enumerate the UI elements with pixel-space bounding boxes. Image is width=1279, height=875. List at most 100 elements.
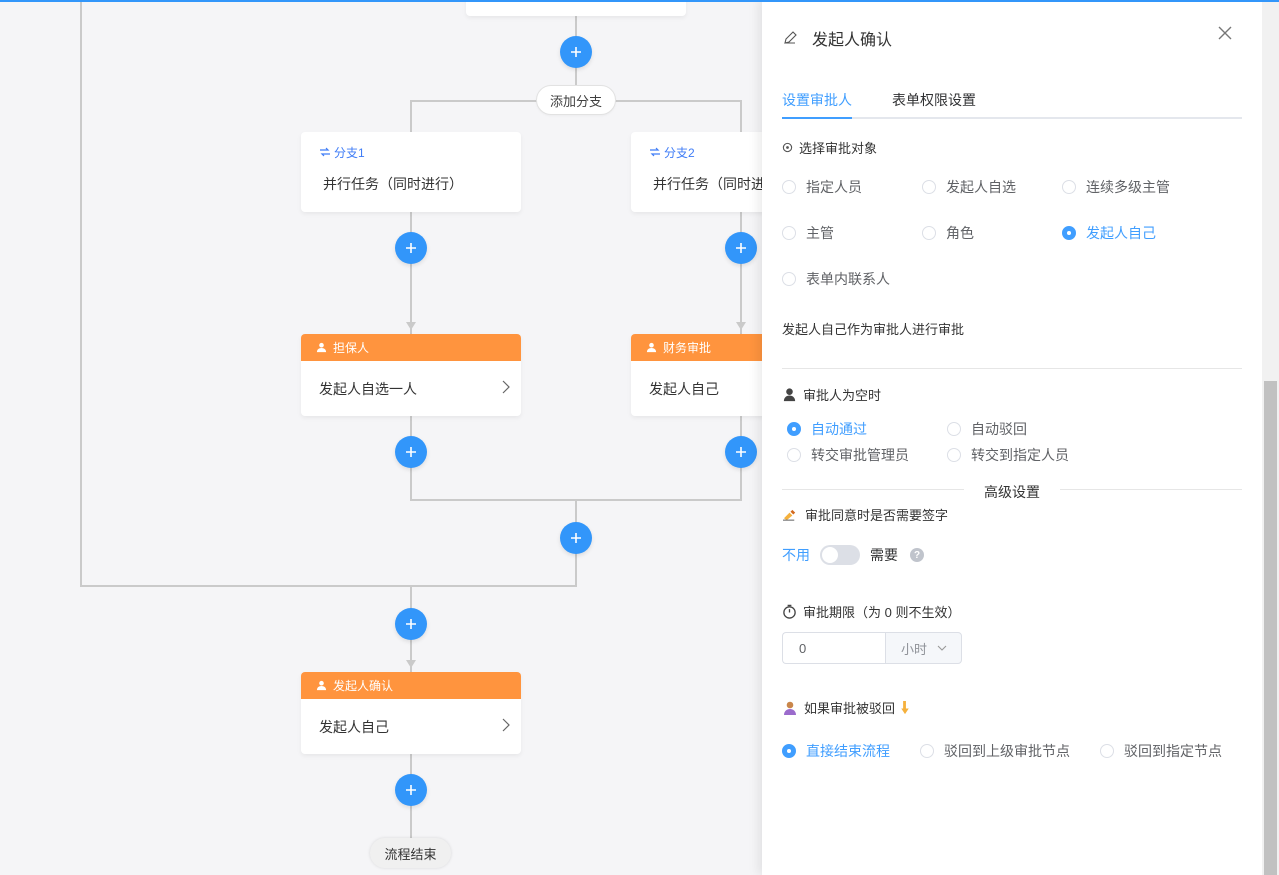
- plus-icon: [406, 447, 416, 457]
- top-accent-bar: [0, 0, 1279, 2]
- radio-reject-to-specified[interactable]: 驳回到指定节点: [1100, 741, 1222, 761]
- drawer-tabs: 设置审批人 表单权限设置: [782, 82, 1242, 119]
- radio-dot[interactable]: [782, 180, 796, 194]
- radio-transfer-specified[interactable]: 转交到指定人员: [947, 445, 1069, 465]
- radio-dot[interactable]: [782, 272, 796, 286]
- radio-initiator-choose[interactable]: 发起人自选: [922, 177, 1016, 197]
- radio-form-contact[interactable]: 表单内联系人: [782, 269, 890, 289]
- flow-canvas[interactable]: 添加分支 分支1 并行任务（同时进行） 分支2 并行任务（同时进行） 担保人 发…: [0, 0, 762, 875]
- divider: [782, 489, 964, 490]
- plus-icon: [571, 47, 581, 57]
- divider: [1060, 489, 1242, 490]
- plus-icon: [406, 243, 416, 253]
- approver-node-guarantor[interactable]: 担保人 发起人自选一人: [301, 334, 521, 416]
- add-branch-button[interactable]: 添加分支: [536, 85, 616, 115]
- radio-initiator-self[interactable]: 发起人自己: [1062, 223, 1156, 243]
- radio-role[interactable]: 角色: [922, 223, 974, 243]
- radio-transfer-admin[interactable]: 转交审批管理员: [787, 445, 909, 465]
- advanced-settings-label: 高级设置: [984, 484, 1040, 500]
- branch-card-2[interactable]: 分支2 并行任务（同时进行）: [631, 132, 762, 212]
- approver-node-finance[interactable]: 财务审批 发起人自己: [631, 334, 762, 416]
- pointing-down-icon: [901, 700, 909, 715]
- timeout-unit-select[interactable]: 小时: [885, 632, 962, 664]
- edit-pencil-icon[interactable]: [782, 30, 798, 46]
- node-title: 发起人确认: [333, 679, 394, 693]
- add-node-button[interactable]: [395, 436, 427, 468]
- divider: [782, 368, 1242, 369]
- add-node-button[interactable]: [395, 608, 427, 640]
- outer-branch-bottom-line: [80, 585, 577, 587]
- radio-supervisor[interactable]: 主管: [782, 223, 834, 243]
- add-node-button[interactable]: [725, 232, 757, 264]
- radio-dot[interactable]: [787, 448, 801, 462]
- radio-auto-approve[interactable]: 自动通过: [787, 419, 867, 439]
- radio-end-process[interactable]: 直接结束流程: [782, 741, 890, 761]
- switch-off-label: 不用: [782, 547, 810, 563]
- radio-label: 主管: [806, 225, 834, 241]
- radio-dot[interactable]: [947, 422, 961, 436]
- signature-toggle[interactable]: [820, 545, 860, 565]
- radio-label: 驳回到指定节点: [1124, 743, 1222, 759]
- radio-dot[interactable]: [1062, 180, 1076, 194]
- active-tab-indicator: [782, 117, 852, 119]
- radio-dot[interactable]: [1100, 744, 1114, 758]
- section-approver-type: 选择审批对象: [782, 138, 877, 157]
- node-title: 财务审批: [663, 341, 712, 355]
- radio-reject-to-previous[interactable]: 驳回到上级审批节点: [920, 741, 1070, 761]
- plus-icon: [406, 785, 416, 795]
- branch-icon: [650, 147, 660, 157]
- radio-dot[interactable]: [1062, 226, 1076, 240]
- section-empty-approver: 审批人为空时: [782, 385, 881, 404]
- scrollbar-thumb[interactable]: [1264, 381, 1277, 875]
- section-reject: 如果审批被驳回: [782, 698, 917, 717]
- radio-dot[interactable]: [922, 226, 936, 240]
- person-gesturing-icon: [784, 701, 796, 715]
- radio-dot[interactable]: [947, 448, 961, 462]
- branch-content: 并行任务（同时进行）: [323, 176, 463, 192]
- scrollbar-track[interactable]: [1262, 0, 1279, 875]
- chevron-right-icon: [502, 718, 510, 732]
- chevron-right-icon: [502, 380, 510, 394]
- tab-set-approver[interactable]: 设置审批人: [782, 90, 852, 110]
- branch-icon: [320, 147, 330, 157]
- tab-form-permissions[interactable]: 表单权限设置: [892, 90, 976, 110]
- arrow-icon: [406, 322, 416, 330]
- radio-dot[interactable]: [782, 226, 796, 240]
- signature-switch-row: 不用 需要 ?: [782, 545, 924, 565]
- section-title: 如果审批被驳回: [804, 701, 896, 716]
- radio-label: 自动驳回: [971, 421, 1027, 437]
- radio-dot[interactable]: [920, 744, 934, 758]
- add-node-button[interactable]: [725, 436, 757, 468]
- previous-node-card[interactable]: [466, 0, 686, 16]
- approver-node-initiator-confirm[interactable]: 发起人确认 发起人自己: [301, 672, 521, 754]
- branch-title: 分支2: [664, 145, 695, 160]
- add-node-button[interactable]: [395, 232, 427, 264]
- timeout-value-input[interactable]: 0: [782, 632, 886, 664]
- branch-title: 分支1: [334, 145, 365, 160]
- radio-label: 自动通过: [811, 421, 867, 437]
- radio-multi-level-supervisor[interactable]: 连续多级主管: [1062, 177, 1170, 197]
- section-title: 审批人为空时: [803, 388, 882, 403]
- radio-label: 表单内联系人: [806, 271, 890, 287]
- close-icon[interactable]: [1217, 25, 1233, 41]
- radio-auto-reject[interactable]: 自动驳回: [947, 419, 1027, 439]
- add-node-button[interactable]: [560, 522, 592, 554]
- switch-on-label: 需要: [870, 547, 898, 563]
- radio-dot[interactable]: [787, 422, 801, 436]
- node-content: 发起人自己: [649, 380, 719, 397]
- radio-dot[interactable]: [782, 744, 796, 758]
- plus-icon: [736, 447, 746, 457]
- plus-icon: [736, 243, 746, 253]
- person-silhouette-icon: [783, 388, 796, 402]
- user-icon: [316, 342, 327, 353]
- drawer-title: 发起人确认: [812, 32, 893, 49]
- section-title: 审批同意时是否需要签字: [805, 508, 949, 523]
- add-node-button[interactable]: [395, 774, 427, 806]
- help-icon[interactable]: ?: [910, 548, 924, 562]
- radio-label: 直接结束流程: [806, 743, 890, 759]
- branch-card-1[interactable]: 分支1 并行任务（同时进行）: [301, 132, 521, 212]
- outer-branch-left-line: [80, 0, 82, 587]
- add-node-button[interactable]: [560, 36, 592, 68]
- radio-specified-member[interactable]: 指定人员: [782, 177, 862, 197]
- radio-dot[interactable]: [922, 180, 936, 194]
